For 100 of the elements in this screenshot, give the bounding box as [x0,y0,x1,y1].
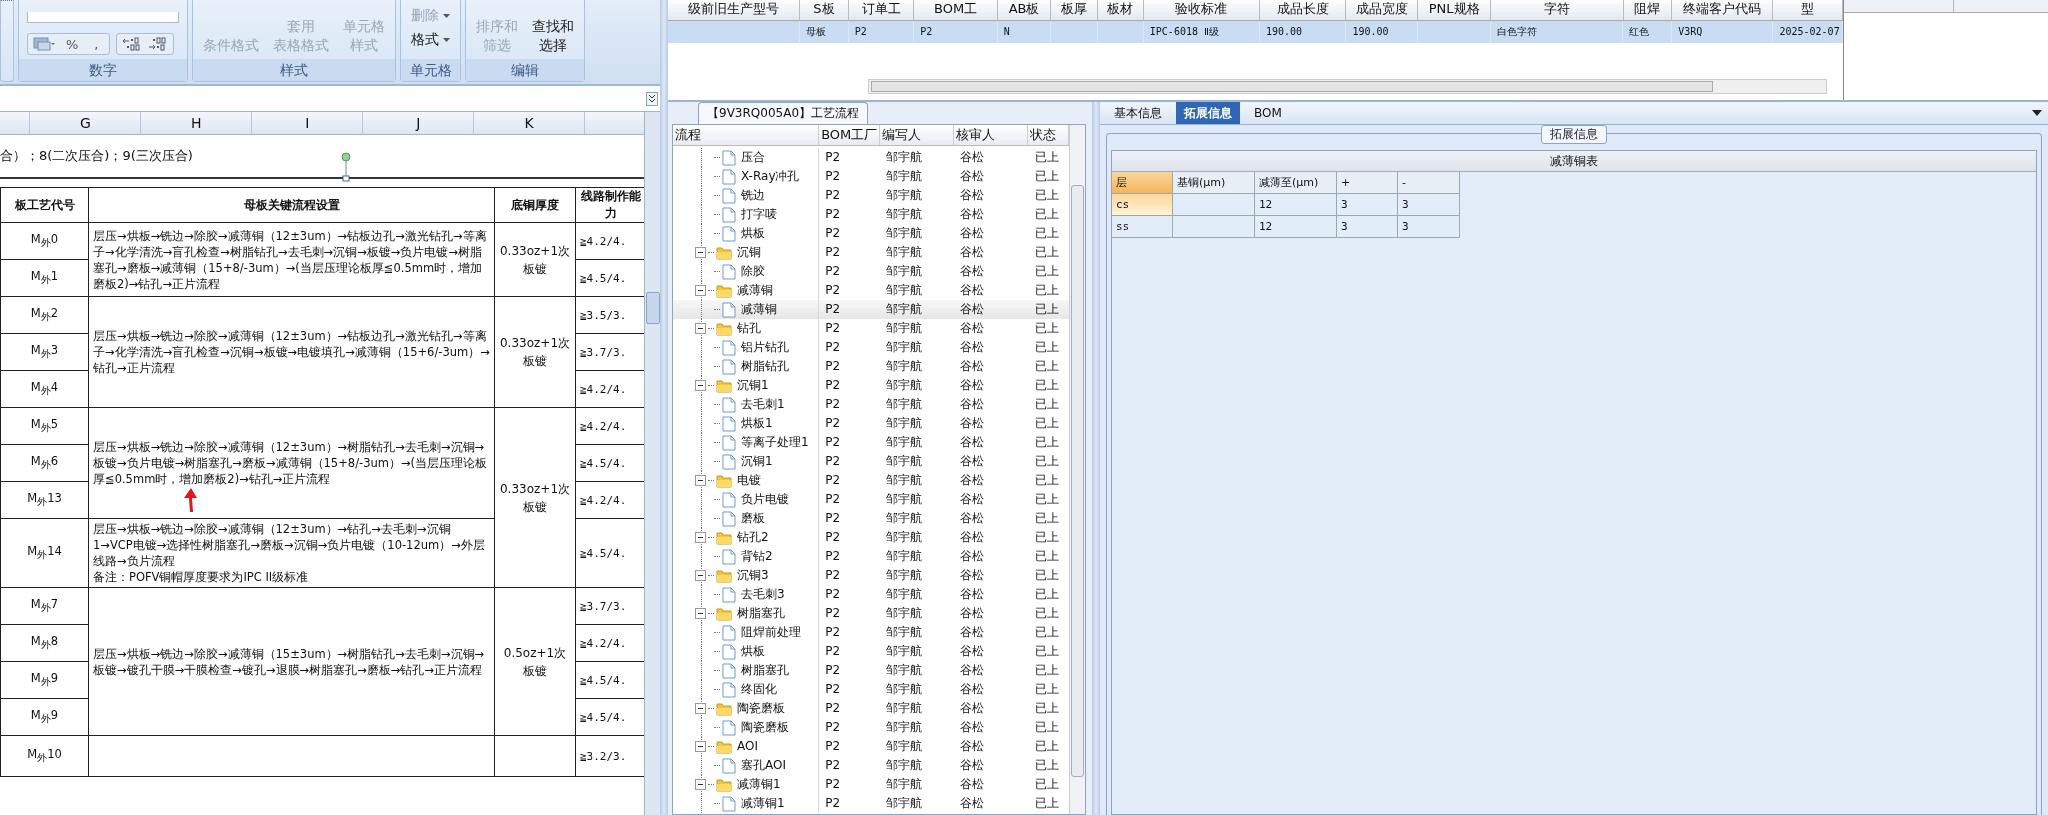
collapse-icon[interactable] [695,570,706,581]
tree-row[interactable]: 沉铜 P2 邹宇航 谷松 已上 [673,243,1069,262]
column-header[interactable]: 验收标准 [1143,0,1260,20]
number-format-field[interactable] [27,12,179,23]
collapse-icon[interactable] [695,285,706,296]
column-header[interactable]: BOM工 [914,0,998,20]
tree-row[interactable]: 去毛刺1 P2 邹宇航 谷松 已上 [673,395,1069,414]
tab[interactable]: 基本信息 [1106,102,1170,124]
column-header[interactable]: 板材 [1098,0,1144,20]
expand-icon[interactable] [646,91,658,106]
tree-row[interactable]: 烘板 P2 邹宇航 谷松 已上 [673,224,1069,243]
dropdown-icon[interactable] [2032,110,2042,116]
collapse-icon[interactable] [695,380,706,391]
column-header[interactable]: K [474,112,586,134]
tree-row[interactable]: 磨板 P2 邹宇航 谷松 已上 [673,509,1069,528]
column-header[interactable]: J [363,112,475,134]
tree-row[interactable]: 电镀 P2 邹宇航 谷松 已上 [673,471,1069,490]
rotation-handle-icon[interactable] [341,152,351,182]
tab[interactable]: BOM [1246,102,1290,124]
tree-row[interactable]: 除胶 P2 邹宇航 谷松 已上 [673,262,1069,281]
tree-row[interactable]: 打字唛 P2 邹宇航 谷松 已上 [673,205,1069,224]
collapse-icon[interactable] [695,608,706,619]
column-header[interactable]: 级前旧生产型号 [668,0,801,20]
column-header[interactable]: BOM工厂 [819,125,881,145]
decrease-decimal-icon[interactable] [146,36,169,52]
scrollbar[interactable] [1069,125,1085,814]
tree-row[interactable]: 减薄铜1 P2 邹宇航 谷松 已上 [673,794,1069,813]
number-style-button[interactable]: % [60,36,85,52]
tree-row[interactable]: 树脂塞孔 P2 邹宇航 谷松 已上 [673,604,1069,623]
tree-row[interactable]: 陶瓷磨板 P2 邹宇航 谷松 已上 [673,699,1069,718]
caret-icon[interactable] [443,37,450,42]
tree-row[interactable]: 背钻2 P2 邹宇航 谷松 已上 [673,547,1069,566]
tree-row[interactable]: 沉铜3 P2 邹宇航 谷松 已上 [673,566,1069,585]
ribbon-button[interactable]: 格式 [409,30,452,49]
collapse-icon[interactable] [695,247,706,258]
scrollbar[interactable] [644,112,660,815]
tree-row[interactable]: 钻孔2 P2 邹宇航 谷松 已上 [673,528,1069,547]
increase-decimal-icon[interactable] [120,36,143,52]
tree-row[interactable]: 陶瓷磨板 P2 邹宇航 谷松 已上 [673,718,1069,737]
column-header[interactable]: 阻焊 [1623,0,1673,20]
tree-row[interactable]: 烘板 P2 邹宇航 谷松 已上 [673,642,1069,661]
tree-row[interactable]: 树脂钻孔 P2 邹宇航 谷松 已上 [673,357,1069,376]
collapse-icon[interactable] [695,323,706,334]
collapse-icon[interactable] [695,475,706,486]
tree-row[interactable]: 烘板1 P2 邹宇航 谷松 已上 [673,414,1069,433]
tree-row[interactable]: 树脂塞孔 P2 邹宇航 谷松 已上 [673,661,1069,680]
tree-row[interactable]: 塞孔AOI P2 邹宇航 谷松 已上 [673,756,1069,775]
column-header[interactable]: AB板 [997,0,1052,20]
tree-row[interactable]: 沉铜1 P2 邹宇航 谷松 已上 [673,376,1069,395]
tree-item-label: 沉铜1 [736,377,769,394]
table-cell[interactable]: cs [1112,194,1173,216]
tree-row[interactable]: 阻焊前处理 P2 邹宇航 谷松 已上 [673,623,1069,642]
tree-row[interactable]: X-Ray冲孔 P2 邹宇航 谷松 已上 [673,167,1069,186]
column-header[interactable]: 基铜(μm) [1173,172,1255,194]
tree-row[interactable]: 终固化 P2 邹宇航 谷松 已上 [673,680,1069,699]
panel-tab[interactable]: 【9V3RQ005A0】工艺流程 [698,102,868,124]
column-header[interactable]: 成品宽度 [1346,0,1418,20]
folder-icon [716,321,732,336]
tree-row[interactable]: 铣边 P2 邹宇航 谷松 已上 [673,186,1069,205]
collapse-icon[interactable] [695,741,706,752]
tree-row[interactable]: 铝片钻孔 P2 邹宇航 谷松 已上 [673,338,1069,357]
tree-cell-text: 谷松 [959,320,986,337]
column-header[interactable]: 终端客户代码 [1672,0,1774,20]
column-header[interactable]: 型 [1773,0,1843,20]
tree-row[interactable]: AOI P2 邹宇航 谷松 已上 [673,737,1069,756]
grid-row[interactable]: 母板 P2 P2 N IPC-6018 Ⅱ级 190.00 190.00 白色字符 红色 V3RQ 2025-02-07 [668,21,1843,43]
tab[interactable]: 拓展信息 [1176,102,1240,124]
column-header[interactable]: 流程 [673,125,820,145]
collapse-icon[interactable] [695,703,706,714]
column-header[interactable]: 状态 [1028,125,1069,145]
tree-row[interactable]: 钻孔 P2 邹宇航 谷松 已上 [673,319,1069,338]
column-header[interactable]: 字符 [1491,0,1624,20]
column-header[interactable]: 核审人 [954,125,1029,145]
tree-row[interactable]: 去毛刺3 P2 邹宇航 谷松 已上 [673,585,1069,604]
scrollbar[interactable] [868,79,1827,94]
column-header[interactable]: 成品长度 [1260,0,1347,20]
column-header[interactable]: 编写人 [880,125,955,145]
column-header[interactable]: PNL规格 [1417,0,1492,20]
tree-row[interactable]: 减薄铜 P2 邹宇航 谷松 已上 [673,300,1069,319]
tree-row[interactable]: 沉铜1 P2 邹宇航 谷松 已上 [673,452,1069,471]
column-header[interactable]: 订单工 [848,0,915,20]
ribbon-button[interactable]: 查找和 选择 [530,17,576,55]
column-header[interactable]: 减薄至(μm) [1255,172,1337,194]
table-cell[interactable]: ss [1112,216,1173,238]
tree-row[interactable]: 负片电镀 P2 邹宇航 谷松 已上 [673,490,1069,509]
column-header[interactable]: + [1337,172,1398,194]
collapse-icon[interactable] [695,779,706,790]
tree-cell-text: 已上 [1033,396,1060,413]
column-header[interactable]: S板 [800,0,849,20]
tree-row[interactable]: 减薄铜1 P2 邹宇航 谷松 已上 [673,775,1069,794]
tree-row[interactable]: 等离子处理1 P2 邹宇航 谷松 已上 [673,433,1069,452]
column-header[interactable]: G [30,112,142,134]
number-style-button[interactable]: , [88,36,105,52]
collapse-icon[interactable] [695,532,706,543]
tree-row[interactable]: 压合 P2 邹宇航 谷松 已上 [673,148,1069,167]
column-header[interactable]: - [1398,172,1460,194]
column-header[interactable]: H [141,112,253,134]
column-header[interactable]: I [252,112,364,134]
column-header[interactable]: 层 [1112,172,1173,194]
column-header[interactable]: 板厚 [1051,0,1099,20]
